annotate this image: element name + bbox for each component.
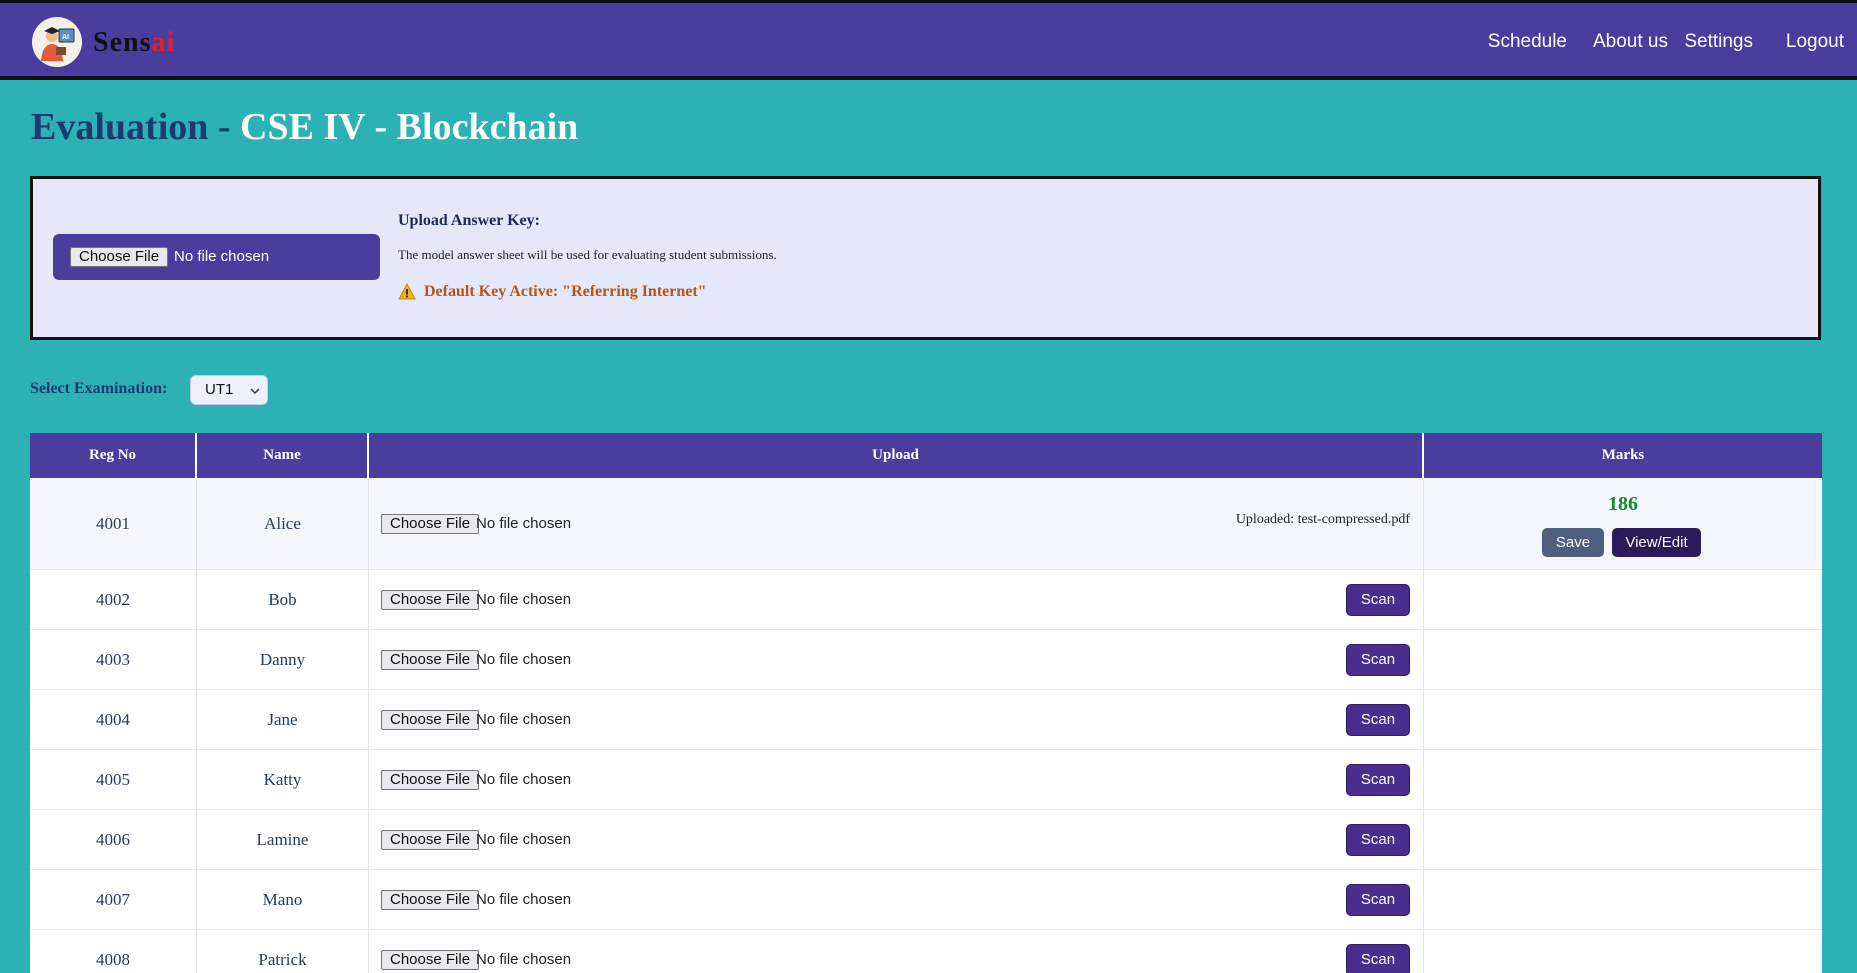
- file-status: No file chosen: [476, 711, 572, 728]
- table-row: 4006 Lamine Choose File No file chosen Scan: [30, 810, 1822, 870]
- navbar: AI Sensai Schedule About us Settings Log…: [0, 0, 1857, 80]
- cell-upload: Choose File No file chosen Scan: [369, 750, 1424, 809]
- answer-key-panel: Choose File No file chosen Upload Answer…: [30, 176, 1821, 340]
- answer-key-description: The model answer sheet will be used for …: [398, 247, 777, 262]
- file-status: No file chosen: [476, 771, 572, 788]
- table-row: 4002 Bob Choose File No file chosen Scan: [30, 570, 1822, 630]
- choose-file-button[interactable]: Choose File: [381, 650, 480, 670]
- cell-reg-no: 4001: [30, 478, 197, 569]
- table-row: 4008 Patrick Choose File No file chosen Scan: [30, 930, 1822, 973]
- answer-key-warning-text: Default Key Active: "Referring Internet": [424, 283, 707, 300]
- choose-file-button[interactable]: Choose File: [381, 770, 480, 790]
- scan-button[interactable]: Scan: [1346, 944, 1410, 973]
- exam-select[interactable]: UT1: [190, 375, 268, 405]
- table-row: 4004 Jane Choose File No file chosen Scan: [30, 690, 1822, 750]
- cell-name: Danny: [197, 630, 369, 689]
- file-status: No file chosen: [476, 651, 572, 668]
- choose-file-button[interactable]: Choose File: [381, 890, 480, 910]
- cell-reg-no: 4006: [30, 810, 197, 869]
- cell-name: Jane: [197, 690, 369, 749]
- cell-upload: Choose File No file chosen Uploaded: test-…: [369, 478, 1424, 569]
- scan-button[interactable]: Scan: [1346, 824, 1410, 856]
- marks-value: 186: [1608, 493, 1638, 515]
- cell-marks: [1424, 570, 1822, 629]
- table-header: Reg No Name Upload Marks: [30, 433, 1822, 478]
- cell-reg-no: 4008: [30, 930, 197, 973]
- cell-name: Alice: [197, 478, 369, 569]
- header-reg-no: Reg No: [30, 433, 197, 478]
- brand-name: Sensai: [93, 27, 176, 58]
- cell-name: Patrick: [197, 930, 369, 973]
- warning-icon: [398, 282, 416, 301]
- cell-upload: Choose File No file chosen Scan: [369, 690, 1424, 749]
- file-status: No file chosen: [476, 951, 572, 968]
- nav-settings[interactable]: Settings: [1684, 31, 1753, 53]
- svg-text:AI: AI: [62, 34, 69, 41]
- answer-key-heading: Upload Answer Key:: [398, 212, 540, 229]
- page-title: Evaluation - CSE IV - Blockchain: [31, 106, 579, 148]
- cell-reg-no: 4002: [30, 570, 197, 629]
- choose-file-button[interactable]: Choose File: [381, 830, 480, 850]
- cell-reg-no: 4005: [30, 750, 197, 809]
- choose-file-button[interactable]: Choose File: [381, 950, 480, 970]
- nav-about-us[interactable]: About us: [1593, 31, 1668, 53]
- cell-marks: [1424, 750, 1822, 809]
- table-row: 4005 Katty Choose File No file chosen Scan: [30, 750, 1822, 810]
- scan-button[interactable]: Scan: [1346, 764, 1410, 796]
- cell-marks: [1424, 690, 1822, 749]
- cell-upload: Choose File No file chosen Scan: [369, 870, 1424, 929]
- cell-upload: Choose File No file chosen Scan: [369, 930, 1424, 973]
- view-edit-button[interactable]: View/Edit: [1612, 528, 1701, 557]
- table-row: 4003 Danny Choose File No file chosen Scan: [30, 630, 1822, 690]
- scan-button[interactable]: Scan: [1346, 704, 1410, 736]
- file-status: No file chosen: [476, 515, 572, 532]
- uploaded-file-name: Uploaded: test-compressed.pdf: [1235, 512, 1410, 527]
- scan-button[interactable]: Scan: [1346, 644, 1410, 676]
- cell-name: Bob: [197, 570, 369, 629]
- save-button[interactable]: Save: [1542, 528, 1604, 557]
- cell-marks: [1424, 870, 1822, 929]
- choose-file-button[interactable]: Choose File: [381, 590, 480, 610]
- cell-marks: [1424, 630, 1822, 689]
- cell-upload: Choose File No file chosen Scan: [369, 630, 1424, 689]
- answer-key-file-input[interactable]: Choose File No file chosen: [53, 234, 380, 280]
- file-status: No file chosen: [476, 591, 572, 608]
- nav-schedule[interactable]: Schedule: [1488, 31, 1567, 53]
- cell-name: Lamine: [197, 810, 369, 869]
- choose-file-button[interactable]: Choose File: [381, 710, 480, 730]
- answer-key-file-status: No file chosen: [174, 248, 270, 265]
- exam-select-label: Select Examination:: [30, 380, 168, 397]
- header-name: Name: [197, 433, 369, 478]
- exam-select-value: UT1: [205, 381, 234, 398]
- table-row: 4007 Mano Choose File No file chosen Scan: [30, 870, 1822, 930]
- chevron-down-icon: [249, 384, 261, 396]
- choose-file-button[interactable]: Choose File: [381, 514, 480, 534]
- file-status: No file chosen: [476, 831, 572, 848]
- cell-name: Katty: [197, 750, 369, 809]
- logo-icon[interactable]: AI: [32, 17, 82, 67]
- cell-marks: [1424, 930, 1822, 973]
- scan-button[interactable]: Scan: [1346, 884, 1410, 916]
- cell-name: Mano: [197, 870, 369, 929]
- cell-reg-no: 4007: [30, 870, 197, 929]
- cell-marks: 186 Save View/Edit: [1424, 478, 1822, 569]
- students-table: Reg No Name Upload Marks 4001 Alice Choose…: [30, 433, 1822, 973]
- cell-upload: Choose File No file chosen Scan: [369, 570, 1424, 629]
- file-status: No file chosen: [476, 891, 572, 908]
- cell-marks: [1424, 810, 1822, 869]
- cell-reg-no: 4004: [30, 690, 197, 749]
- header-upload: Upload: [369, 433, 1424, 478]
- answer-key-warning: Default Key Active: "Referring Internet": [398, 282, 707, 301]
- answer-key-choose-file-button[interactable]: Choose File: [70, 247, 169, 267]
- scan-button[interactable]: Scan: [1346, 584, 1410, 616]
- nav-logout[interactable]: Logout: [1786, 31, 1844, 53]
- header-marks: Marks: [1601, 447, 1645, 463]
- cell-reg-no: 4003: [30, 630, 197, 689]
- table-row: 4001 Alice Choose File No file chosen Upload…: [30, 478, 1822, 570]
- cell-upload: Choose File No file chosen Scan: [369, 810, 1424, 869]
